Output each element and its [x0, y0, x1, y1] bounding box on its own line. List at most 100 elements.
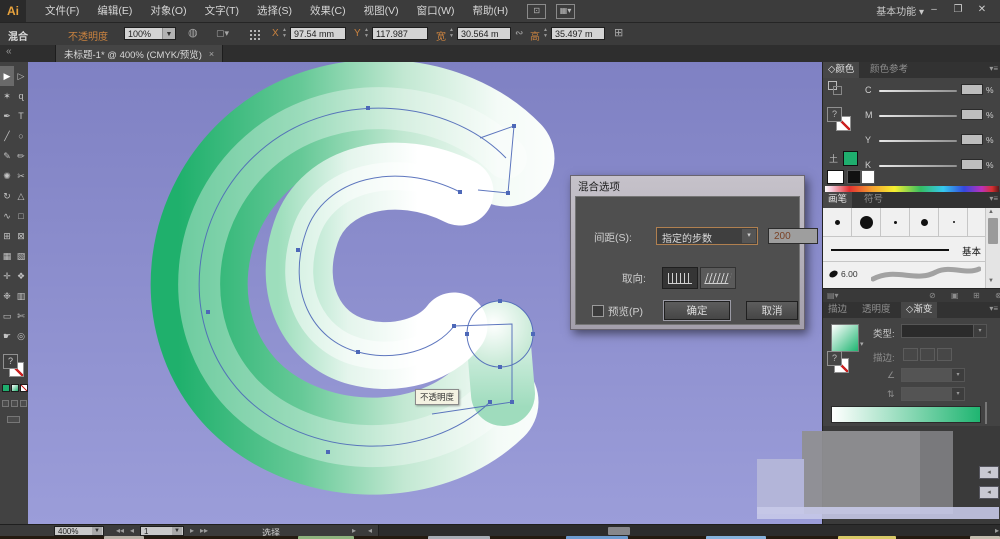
align-to-page-button[interactable] — [662, 267, 698, 289]
menu-item-1[interactable]: 编辑(E) — [88, 0, 141, 22]
remove-brush-stroke-icon[interactable]: ⊘ — [929, 291, 936, 300]
x-field[interactable]: 97.54 mm — [290, 27, 346, 40]
free-transform-tool[interactable]: □ — [14, 206, 28, 226]
scrollbar-thumb[interactable] — [988, 218, 998, 244]
menu-item-3[interactable]: 文字(T) — [196, 0, 248, 22]
none-button[interactable] — [20, 384, 28, 392]
steps-field[interactable]: 200 — [768, 228, 818, 244]
paintbrush-tool[interactable]: ✎ — [0, 146, 14, 166]
chevron-down-icon[interactable]: ▼ — [92, 527, 102, 535]
panel-menu-icon[interactable]: ▾≡ — [989, 304, 998, 313]
scatter-brush-item[interactable] — [852, 208, 881, 236]
collapsed-control[interactable]: ◂ — [979, 466, 999, 479]
x-spinner[interactable]: ▲ ▼ — [281, 27, 288, 40]
pencil-tool[interactable]: ✏ — [14, 146, 28, 166]
magic-wand-tool[interactable]: ✶ — [0, 86, 14, 106]
menu-item-2[interactable]: 对象(O) — [141, 0, 195, 22]
zoom-combo[interactable]: 400% ▼ — [54, 526, 104, 536]
mesh-tool[interactable]: ▦ — [0, 246, 14, 266]
chevron-down-icon[interactable]: ▾ — [951, 388, 964, 400]
gradient-thumbnail[interactable] — [831, 324, 859, 352]
constrain-proportions-icon[interactable]: ∾ — [515, 27, 523, 40]
blob-brush-tool[interactable]: ✺ — [0, 166, 14, 186]
cancel-button[interactable]: 取消 — [746, 301, 798, 320]
stroke-along-button[interactable] — [920, 348, 935, 361]
tab-color[interactable]: ◇颜色 — [823, 62, 860, 78]
chevron-down-icon[interactable]: ▾ — [973, 325, 986, 337]
menu-item-8[interactable]: 帮助(H) — [464, 0, 518, 22]
menu-item-4[interactable]: 选择(S) — [248, 0, 301, 22]
next-artboard-icon[interactable]: ▸ — [190, 526, 194, 536]
scroll-down-icon[interactable]: ▼ — [988, 278, 994, 284]
angle-combo[interactable]: ▾ — [901, 368, 965, 382]
perspective-grid-tool[interactable]: ⊠ — [14, 226, 28, 246]
channel-slider[interactable] — [879, 165, 957, 167]
collapsed-control[interactable]: ◂ — [979, 486, 999, 499]
close-button[interactable]: ✕ — [972, 2, 992, 17]
recolor-artwork-icon[interactable]: ◍ — [188, 27, 198, 40]
menu-item-7[interactable]: 窗口(W) — [408, 0, 464, 22]
channel-slider[interactable] — [879, 115, 957, 117]
align-to-path-button[interactable] — [700, 267, 736, 289]
panel-menu-icon[interactable]: ▾≡ — [989, 194, 998, 203]
pen-tool[interactable]: ✒ — [0, 106, 14, 126]
chevron-down-icon[interactable]: ▾ — [742, 229, 756, 243]
chevron-down-icon[interactable]: ▾ — [860, 340, 864, 348]
channel-value-field[interactable] — [961, 84, 983, 95]
blend-tool[interactable]: ❖ — [14, 266, 28, 286]
stroke-across-button[interactable] — [937, 348, 952, 361]
artboard-field[interactable]: 1 ▼ — [140, 526, 184, 536]
spacing-combo[interactable]: 指定的步数 ▾ — [656, 227, 758, 245]
zoom-tool[interactable]: ◎ — [14, 326, 28, 346]
workspace-switcher[interactable]: 基本功能 ▾ — [876, 3, 924, 18]
tab-color-guide[interactable]: 颜色参考 — [865, 62, 913, 78]
draw-behind-mode-button[interactable] — [11, 400, 18, 407]
eyedropper-tool[interactable]: ✛ — [0, 266, 14, 286]
hand-tool[interactable]: ☛ — [0, 326, 14, 346]
opacity-combo[interactable]: 100% ▼ — [124, 27, 176, 40]
dialog-title[interactable]: 混合选项 — [578, 179, 620, 194]
calligraphic-brush-item[interactable]: 6.00 — [823, 262, 985, 288]
height-field[interactable]: 35.497 m — [551, 27, 605, 40]
gradient-button[interactable] — [11, 384, 19, 392]
draw-normal-mode-button[interactable] — [2, 400, 9, 407]
chevron-down-icon[interactable]: ▼ — [172, 527, 182, 535]
gradient-opacity-slider[interactable] — [985, 402, 987, 424]
draw-inside-mode-button[interactable] — [20, 400, 27, 407]
lasso-tool[interactable]: ɋ — [14, 86, 28, 106]
gradient-slider-bar[interactable] — [831, 406, 981, 423]
tab-stroke[interactable]: 描边 — [823, 302, 852, 318]
delete-brush-icon[interactable]: ⊗ — [995, 291, 1000, 300]
ellipse-tool[interactable]: ○ — [14, 126, 28, 146]
arrange-documents-icon[interactable]: ▦▾ — [556, 3, 576, 19]
chevron-down-icon[interactable]: ▾ — [951, 369, 964, 381]
column-graph-tool[interactable]: ▥ — [14, 286, 28, 306]
aspect-ratio-combo[interactable]: ▾ — [901, 387, 965, 401]
go-to-bridge-icon[interactable]: ⊡ — [527, 3, 547, 19]
channel-slider[interactable] — [879, 90, 957, 92]
close-tab-icon[interactable]: × — [209, 49, 214, 59]
channel-value-field[interactable] — [961, 134, 983, 145]
scatter-brush-item[interactable] — [823, 208, 852, 236]
scissors-tool[interactable]: ✂ — [14, 166, 28, 186]
type-tool[interactable]: T — [14, 106, 28, 126]
width-tool[interactable]: ∿ — [0, 206, 14, 226]
scatter-brush-item[interactable] — [881, 208, 910, 236]
reference-point-grid-icon[interactable] — [250, 30, 252, 32]
scroll-up-icon[interactable]: ▲ — [988, 209, 994, 215]
shape-builder-tool[interactable]: ⊞ — [0, 226, 14, 246]
fill-proxy[interactable]: ? — [3, 354, 18, 369]
menu-item-5[interactable]: 效果(C) — [301, 0, 355, 22]
restore-button[interactable]: ❐ — [948, 2, 968, 17]
collapse-panels-icon[interactable]: « — [6, 46, 12, 57]
direct-selection-tool[interactable]: ▷ — [14, 66, 28, 86]
channel-slider[interactable] — [879, 140, 957, 142]
last-artboard-icon[interactable]: ▸▸ — [200, 526, 208, 536]
scroll-right-icon[interactable]: ▸ — [995, 526, 999, 535]
gradient-tool[interactable]: ▧ — [14, 246, 28, 266]
color-button[interactable] — [2, 384, 10, 392]
prev-artboard-icon[interactable]: ◂ — [130, 526, 134, 536]
tab-brushes[interactable]: 画笔 — [823, 192, 853, 208]
height-spinner[interactable]: ▲ ▼ — [542, 27, 549, 40]
scatter-brush-item[interactable] — [939, 208, 968, 236]
